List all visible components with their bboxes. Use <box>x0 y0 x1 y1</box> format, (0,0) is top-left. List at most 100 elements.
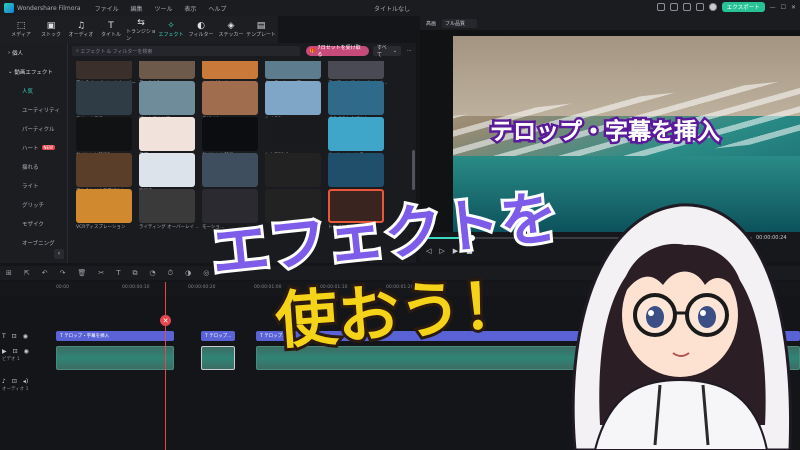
sidebar-item-personal[interactable]: › 個人 <box>0 43 67 62</box>
cut-icon[interactable]: ✂ <box>98 269 104 277</box>
tab-templates[interactable]: ▤ テンプレート <box>246 16 276 43</box>
sidebar-item-mosaic[interactable]: モザイク <box>0 214 67 233</box>
effect-thumbnail[interactable] <box>328 61 384 79</box>
redo-icon[interactable]: ↷ <box>60 269 66 277</box>
close-icon[interactable]: ✕ <box>791 4 796 11</box>
title-clip[interactable]: T テロップ・字幕を挿入 <box>56 331 174 341</box>
sidebar-item-utility[interactable]: ユーティリティ <box>0 100 67 119</box>
effect-label: ライティング オーバーレイ ... <box>139 225 199 230</box>
layout-icon[interactable] <box>656 3 665 11</box>
collapse-panel-icon[interactable]: ‹ <box>54 249 64 259</box>
track-header-video: ▶ ⊡ ◉ ビデオ 1 <box>2 348 52 372</box>
eye-icon[interactable]: ◉ <box>23 333 28 340</box>
effect-thumbnail[interactable] <box>202 153 258 187</box>
effect-thumbnail[interactable] <box>202 61 258 79</box>
tab-transitions[interactable]: ⇆ トランジション <box>126 16 156 43</box>
color-icon[interactable]: ◑ <box>185 269 191 277</box>
effect-thumbnail[interactable] <box>328 117 384 151</box>
effect-thumbnail[interactable] <box>76 117 132 151</box>
sidebar-item-glitch[interactable]: グリッチ <box>0 195 67 214</box>
timer-icon[interactable]: ⏱ <box>168 269 173 278</box>
effect-thumbnail[interactable] <box>139 189 195 223</box>
video-clip[interactable] <box>56 346 174 370</box>
tab-media[interactable]: ⬚ メディア <box>6 16 36 43</box>
filter-icon: ◐ <box>197 21 205 31</box>
monitor-icon[interactable] <box>669 3 678 11</box>
effect-thumbnail[interactable] <box>139 153 195 187</box>
gift-icon[interactable] <box>695 3 704 11</box>
effect-thumbnail[interactable] <box>265 61 321 79</box>
effect-thumbnail[interactable] <box>328 81 384 115</box>
playhead-cut-icon[interactable]: ✕ <box>160 315 171 326</box>
app-name: Wondershare Filmora <box>17 4 81 12</box>
effect-thumbnail[interactable] <box>202 117 258 151</box>
cloud-icon[interactable] <box>682 3 691 11</box>
lock-icon[interactable]: ⊡ <box>12 378 17 385</box>
preview-label: 高画 <box>426 20 437 27</box>
speed-icon[interactable]: ◔ <box>150 269 156 277</box>
menu-file[interactable]: ファイル <box>95 6 119 13</box>
more-icon[interactable]: ⋯ <box>407 48 412 54</box>
menu-help[interactable]: ヘルプ <box>208 6 226 13</box>
effect-thumbnail[interactable] <box>76 81 132 115</box>
sidebar-item-heart[interactable]: ハート NEW <box>0 138 67 157</box>
effect-thumbnail[interactable] <box>76 153 132 187</box>
title-bar: Wondershare Filmora ファイル 編集 ツール 表示 ヘルプ タ… <box>0 0 800 16</box>
effect-thumbnail[interactable] <box>265 153 321 187</box>
minimize-icon[interactable]: — <box>770 4 776 11</box>
track-label: オーディオ 1 <box>2 387 29 392</box>
export-button[interactable]: エクスポート <box>721 2 765 12</box>
lock-icon[interactable]: ⊡ <box>13 348 18 355</box>
undo-icon[interactable]: ↶ <box>42 269 48 277</box>
sidebar-item-particles[interactable]: パーティクル <box>0 119 67 138</box>
effect-thumbnail[interactable] <box>139 81 195 115</box>
effect-thumbnail[interactable] <box>202 81 258 115</box>
effect-thumbnail[interactable] <box>139 117 195 151</box>
clip-label: テロップ・字幕を挿入 <box>64 334 110 339</box>
avatar[interactable] <box>708 3 717 11</box>
video-clip[interactable] <box>201 346 235 370</box>
menu-view[interactable]: 表示 <box>184 6 196 13</box>
tab-effects[interactable]: ✧ エフェクト <box>156 16 186 43</box>
title-clip[interactable]: T テロップ... <box>201 331 235 341</box>
tab-titles[interactable]: T タイトル <box>96 16 126 43</box>
eye-icon[interactable]: ◉ <box>24 348 29 355</box>
effect-thumbnail[interactable] <box>76 189 132 223</box>
tab-filters[interactable]: ◐ フィルター <box>186 16 216 43</box>
quality-dropdown[interactable]: フル品質 <box>442 18 478 28</box>
volume-icon[interactable]: ◂) <box>23 378 28 385</box>
playhead[interactable] <box>165 282 166 450</box>
promo-button[interactable]: 🎁 7日セットを受け取る <box>305 45 369 58</box>
search-placeholder: エフェクト & フィルターを検索 <box>80 48 153 55</box>
lock-icon[interactable]: ⊡ <box>12 333 17 340</box>
effect-thumbnail[interactable] <box>139 61 195 79</box>
chevron-down-icon: ⌄ <box>391 48 397 54</box>
tab-label: ステッカー <box>218 32 244 38</box>
text-icon: T <box>108 21 114 31</box>
crop-icon[interactable]: ⧉ <box>133 269 138 278</box>
filter-dropdown[interactable]: すべて ⌄ <box>372 45 401 58</box>
menu-tools[interactable]: ツール <box>154 6 172 13</box>
tab-audio[interactable]: ♫ オーディオ <box>66 16 96 43</box>
filmora-window: Wondershare Filmora ファイル 編集 ツール 表示 ヘルプ タ… <box>0 0 800 450</box>
sidebar-item-video-effects[interactable]: ⌄ 動画エフェクト <box>0 62 67 81</box>
transition-icon: ⇆ <box>137 17 145 28</box>
maximize-icon[interactable]: ☐ <box>781 4 786 11</box>
search-input[interactable]: ⌕ エフェクト & フィルターを検索 <box>72 46 300 56</box>
sidebar-item-light[interactable]: ライト <box>0 176 67 195</box>
effect-thumbnail[interactable] <box>76 61 132 79</box>
grid-icon[interactable]: ⊞ <box>6 269 12 277</box>
delete-icon[interactable]: 🗑 <box>78 269 87 277</box>
effect-thumbnail[interactable] <box>265 81 321 115</box>
tab-stickers[interactable]: ◈ ステッカー <box>216 16 246 43</box>
tab-label: メディア <box>11 32 31 38</box>
tab-stock[interactable]: ▣ ストック <box>36 16 66 43</box>
menu-edit[interactable]: 編集 <box>131 6 143 13</box>
effect-thumbnail[interactable] <box>328 153 384 187</box>
sidebar-item-shake[interactable]: 揺れる <box>0 157 67 176</box>
effect-thumbnail[interactable] <box>265 117 321 151</box>
text-tool-icon[interactable]: T <box>116 269 120 277</box>
select-tool-icon[interactable]: ⇱ <box>24 269 30 277</box>
sidebar-item-popular[interactable]: 人気 <box>0 81 67 100</box>
mask-icon[interactable]: ◎ <box>203 269 209 277</box>
